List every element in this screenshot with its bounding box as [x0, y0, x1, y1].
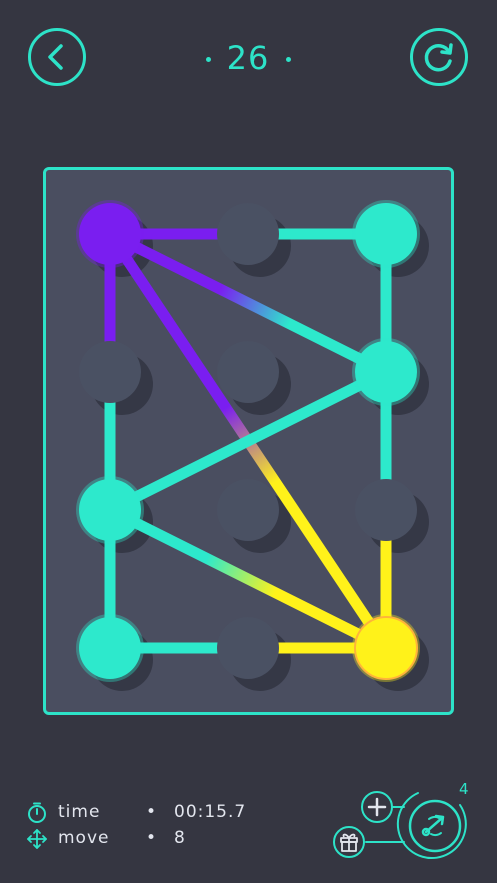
node-teal[interactable]	[355, 341, 417, 403]
node-yellow[interactable]	[354, 616, 418, 680]
time-separator: •	[146, 802, 158, 822]
node-empty[interactable]	[355, 479, 417, 541]
add-button[interactable]	[361, 791, 393, 823]
node-empty[interactable]	[79, 341, 141, 403]
board-graph	[76, 200, 429, 691]
move-value: 8	[174, 828, 186, 848]
move-label: move	[58, 828, 110, 848]
node-purple[interactable]	[79, 203, 141, 265]
helpers-panel	[333, 791, 467, 859]
node-teal[interactable]	[355, 203, 417, 265]
gift-button[interactable]	[333, 826, 365, 858]
hint-button[interactable]	[408, 799, 462, 853]
node-empty[interactable]	[217, 341, 279, 403]
node-teal[interactable]	[79, 479, 141, 541]
move-arrows-icon	[27, 829, 47, 849]
node-empty[interactable]	[217, 617, 279, 679]
node-empty[interactable]	[217, 203, 279, 265]
edge-lines	[104, 228, 392, 654]
node-empty[interactable]	[217, 479, 279, 541]
node-teal[interactable]	[79, 617, 141, 679]
move-separator: •	[146, 828, 158, 848]
stopwatch-icon	[28, 802, 46, 823]
time-value: 00:15.7	[174, 802, 247, 822]
time-label: time	[58, 802, 101, 822]
hint-count-badge: 4	[459, 780, 469, 798]
